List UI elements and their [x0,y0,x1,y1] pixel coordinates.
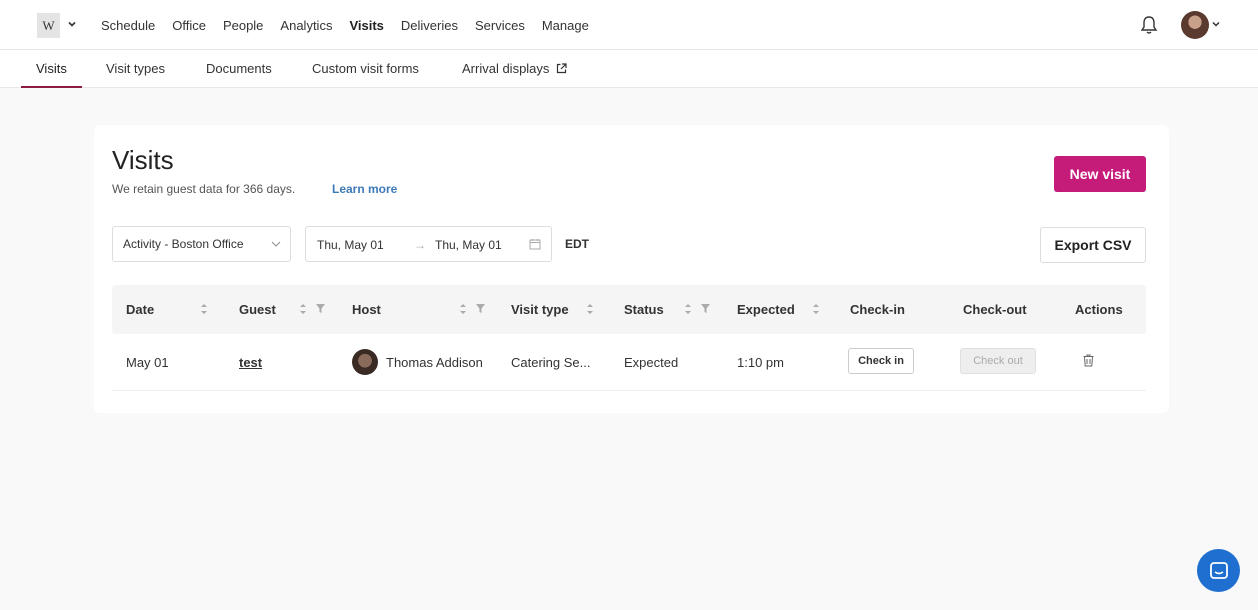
nav-schedule[interactable]: Schedule [101,18,155,33]
tab-documents[interactable]: Documents [206,50,272,87]
learn-more-link[interactable]: Learn more [332,182,397,196]
user-avatar[interactable] [1181,11,1209,39]
trash-icon[interactable] [1083,354,1094,367]
nav-deliveries[interactable]: Deliveries [401,18,458,33]
sort-icon[interactable] [200,302,208,316]
top-navbar: W Schedule Office People Analytics Visit… [0,0,1258,50]
tab-visit-types[interactable]: Visit types [106,50,165,87]
filter-icon[interactable] [316,304,325,313]
nav-visits[interactable]: Visits [349,18,383,33]
chat-support-button[interactable] [1197,549,1240,592]
activity-filter-value: Activity - Boston Office [123,237,244,251]
new-visit-button[interactable]: New visit [1054,156,1146,192]
nav-manage[interactable]: Manage [542,18,589,33]
page-title: Visits [112,145,174,175]
company-logo[interactable]: W [37,13,60,38]
activity-filter-select[interactable]: Activity - Boston Office [112,226,291,262]
tab-custom-visit-forms[interactable]: Custom visit forms [312,50,419,87]
table-header: Date Guest Host Visit type Status Expect… [112,285,1146,334]
external-link-icon [557,63,568,74]
col-check-out: Check-out [963,302,1027,317]
date-start[interactable]: Thu, May 01 [317,238,384,252]
cell-expected: 1:10 pm [737,355,784,370]
filter-icon[interactable] [701,304,710,313]
chevron-down-icon[interactable] [66,18,78,30]
cell-host: Thomas Addison [386,355,483,370]
timezone-label: EDT [565,237,589,251]
sort-icon[interactable] [812,302,820,316]
chevron-down-icon [271,241,281,247]
col-visit-type[interactable]: Visit type [511,302,569,317]
main-nav: Schedule Office People Analytics Visits … [101,0,606,50]
host-avatar [352,349,378,375]
col-date[interactable]: Date [126,302,154,317]
check-out-button[interactable]: Check out [960,348,1036,374]
col-status[interactable]: Status [624,302,664,317]
nav-services[interactable]: Services [475,18,525,33]
col-actions: Actions [1075,302,1123,317]
cell-visit-type: Catering Se... [511,355,591,370]
date-end[interactable]: Thu, May 01 [435,238,502,252]
sort-icon[interactable] [459,302,467,316]
visits-card: Visits We retain guest data for 366 days… [94,125,1169,413]
cell-status: Expected [624,355,679,370]
cell-date: May 01 [126,355,169,370]
filter-icon[interactable] [476,304,485,313]
bell-icon[interactable] [1139,14,1159,36]
arrow-right-icon: → [414,238,426,252]
sort-icon[interactable] [586,302,594,316]
calendar-icon[interactable] [529,238,541,250]
nav-office[interactable]: Office [172,18,206,33]
tab-arrival-displays[interactable]: Arrival displays [462,50,568,87]
tab-arrival-displays-label: Arrival displays [462,61,550,76]
export-csv-button[interactable]: Export CSV [1040,227,1146,263]
check-in-button[interactable]: Check in [848,348,914,374]
visits-table: Date Guest Host Visit type Status Expect… [112,285,1146,391]
col-check-in: Check-in [850,302,905,317]
nav-people[interactable]: People [223,18,263,33]
col-host[interactable]: Host [352,302,381,317]
tab-visits[interactable]: Visits [21,50,82,88]
chevron-down-icon[interactable] [1211,19,1221,29]
date-range-picker[interactable]: Thu, May 01 → Thu, May 01 [305,226,552,262]
sort-icon[interactable] [299,302,307,316]
guest-link[interactable]: test [239,355,262,370]
chat-icon [1209,561,1228,579]
nav-analytics[interactable]: Analytics [280,18,332,33]
sort-icon[interactable] [684,302,692,316]
retention-notice: We retain guest data for 366 days. [112,182,296,196]
table-row[interactable]: May 01 test Thomas Addison Catering Se..… [112,334,1146,391]
col-guest[interactable]: Guest [239,302,276,317]
col-expected[interactable]: Expected [737,302,795,317]
sub-navbar: Visits Visit types Documents Custom visi… [0,50,1258,88]
